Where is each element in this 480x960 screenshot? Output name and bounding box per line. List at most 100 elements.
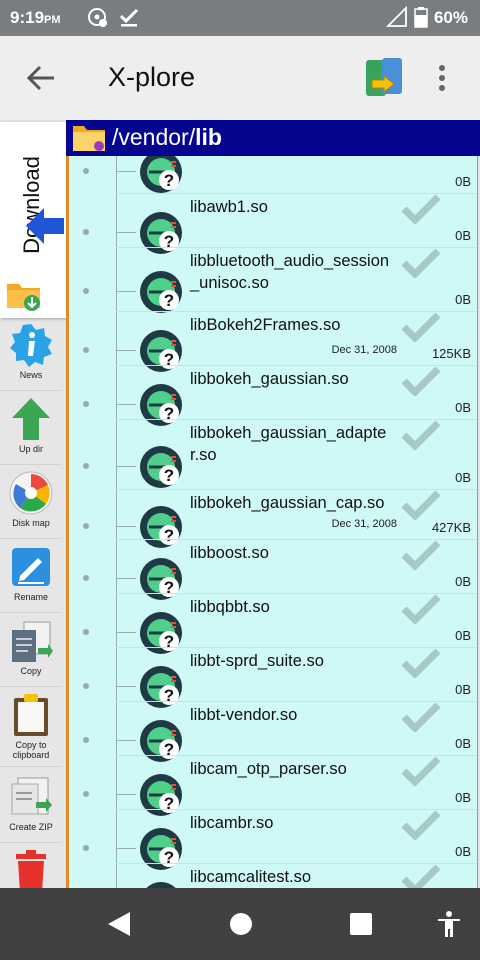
download-tab[interactable]: Download: [0, 122, 67, 318]
current-path: /vendor/lib: [112, 124, 222, 150]
path-bar: /vendor/lib: [66, 120, 480, 156]
file-name: libBokeh2Frames.so: [190, 316, 341, 334]
tool-news[interactable]: News: [0, 318, 62, 391]
tool-label: Copy to clipboard: [12, 740, 50, 760]
sync-disc-icon: [86, 6, 108, 33]
tool-label: Create ZIP: [9, 822, 53, 832]
tree-branch: [116, 848, 136, 849]
tool-label: News: [19, 370, 43, 380]
nav-home-icon[interactable]: [228, 910, 254, 943]
file-name: libcam_otp_parser.so: [190, 760, 347, 778]
file-size: 0B: [455, 790, 471, 805]
file-row[interactable]: ? libbt-vendor.so 0B: [69, 702, 477, 762]
checkmark-icon[interactable]: [401, 156, 441, 161]
info-icon: [10, 324, 52, 367]
tool-delete[interactable]: [0, 844, 62, 888]
file-row[interactable]: ? libcambr.so 0B: [69, 810, 477, 870]
nav-back-icon[interactable]: [106, 910, 132, 943]
file-row[interactable]: ? libawb1.so 0B: [69, 194, 477, 254]
back-arrow-icon[interactable]: [26, 64, 56, 97]
checkmark-icon[interactable]: [401, 702, 441, 737]
file-name: libbokeh_gaussian_adapte r.so: [190, 422, 410, 466]
checkmark-icon[interactable]: [401, 864, 441, 888]
checkmark-icon[interactable]: [401, 248, 441, 283]
file-row[interactable]: ? libcamcalitest.so: [69, 864, 477, 888]
file-row[interactable]: ? libbqbbt.so 0B: [69, 594, 477, 654]
nav-recents-icon[interactable]: [348, 910, 374, 943]
file-size: 0B: [455, 628, 471, 643]
file-name-line: _unisoc.so: [190, 274, 269, 292]
file-size: 0B: [455, 228, 471, 243]
file-size: 0B: [455, 292, 471, 307]
file-name: libbt-vendor.so: [190, 706, 298, 724]
tool-up-dir[interactable]: Up dir: [0, 392, 62, 465]
file-name: libbokeh_gaussian_cap.so: [190, 494, 385, 512]
file-row[interactable]: ?libawb.so0B: [69, 156, 477, 194]
folder-icon: [72, 123, 106, 158]
file-name-line: libbluetooth_audio_session: [190, 252, 390, 270]
file-name: libbluetooth_audio_session _unisoc.so: [190, 250, 410, 294]
tree-dot: [83, 791, 89, 797]
tree-branch: [116, 291, 136, 292]
checkmark-icon[interactable]: [401, 312, 441, 347]
file-name: libcambr.so: [190, 814, 274, 832]
tree-branch: [116, 232, 136, 233]
download-folder-icon: [6, 280, 42, 317]
file-row[interactable]: ? libBokeh2Frames.so Dec 31, 2008 125KB: [69, 312, 477, 372]
tree-branch: [116, 632, 136, 633]
app-bar: X-plore: [0, 36, 480, 120]
file-name: libboost.so: [190, 544, 269, 562]
checkmark-icon[interactable]: [401, 594, 441, 629]
tool-copy-to-clipboard[interactable]: Copy to clipboard: [0, 688, 62, 767]
file-row[interactable]: ? libbokeh_gaussian_cap.so Dec 31, 2008 427…: [69, 490, 477, 548]
file-name-line: r.so: [190, 446, 217, 464]
file-row[interactable]: ? libbokeh_gaussian_adapte r.so 0B: [69, 420, 477, 490]
tree-dot: [83, 683, 89, 689]
switch-panes-icon[interactable]: [364, 56, 404, 105]
tree-branch: [116, 466, 136, 467]
tool-rename[interactable]: Rename: [0, 540, 62, 613]
tool-copy[interactable]: Copy: [0, 614, 62, 687]
tool-label: Rename: [13, 592, 49, 602]
checkmark-icon[interactable]: [401, 420, 441, 455]
checkmark-icon[interactable]: [401, 810, 441, 845]
tree-dot: [83, 523, 89, 529]
tool-label: Up dir: [18, 444, 43, 454]
delete-icon: [16, 850, 46, 888]
checkmark-icon[interactable]: [401, 366, 441, 401]
accessibility-icon[interactable]: [436, 910, 462, 943]
file-row[interactable]: ? libboost.so 0B: [69, 540, 477, 600]
tool-label: Copy: [20, 666, 42, 676]
file-date: Dec 31, 2008: [331, 518, 397, 530]
tool-create-zip[interactable]: Create ZIP: [0, 770, 62, 843]
tree-branch: [116, 686, 136, 687]
file-date: Dec 31, 2008: [331, 344, 397, 356]
tree-branch: [116, 578, 136, 579]
file-size: 0B: [455, 174, 471, 189]
file-row[interactable]: ? libbluetooth_audio_session _unisoc.so 0B: [69, 248, 477, 313]
more-options-icon[interactable]: [438, 64, 446, 97]
checkmark-icon[interactable]: [401, 194, 441, 229]
clipboard-icon: [14, 694, 48, 736]
zip-icon: [11, 777, 52, 815]
file-row[interactable]: ? libbt-sprd_suite.so 0B: [69, 648, 477, 708]
tree-dot: [83, 845, 89, 851]
file-size: 0B: [455, 736, 471, 751]
tree-branch: [116, 350, 136, 351]
file-size: 427KB: [431, 520, 471, 535]
tool-disk-map[interactable]: Disk map: [0, 466, 62, 539]
checkmark-icon[interactable]: [401, 756, 441, 791]
file-row[interactable]: ? libcam_otp_parser.so 0B: [69, 756, 477, 816]
file-list[interactable]: ?libawb.so0B? libawb1.so 0B? libbluetooth_a…: [69, 156, 477, 888]
file-row[interactable]: ? libbokeh_gaussian.so 0B: [69, 366, 477, 426]
up-arrow-icon: [12, 398, 50, 440]
tree-branch: [116, 171, 136, 172]
tool-label: Disk map: [12, 518, 50, 528]
file-size: 125KB: [431, 346, 471, 361]
battery-percent: 60%: [433, 8, 468, 27]
checkmark-icon[interactable]: [401, 648, 441, 683]
disk-map-icon: [9, 471, 53, 515]
tree-dot: [83, 288, 89, 294]
checkmark-icon[interactable]: [401, 540, 441, 575]
tree-dot: [83, 168, 89, 174]
